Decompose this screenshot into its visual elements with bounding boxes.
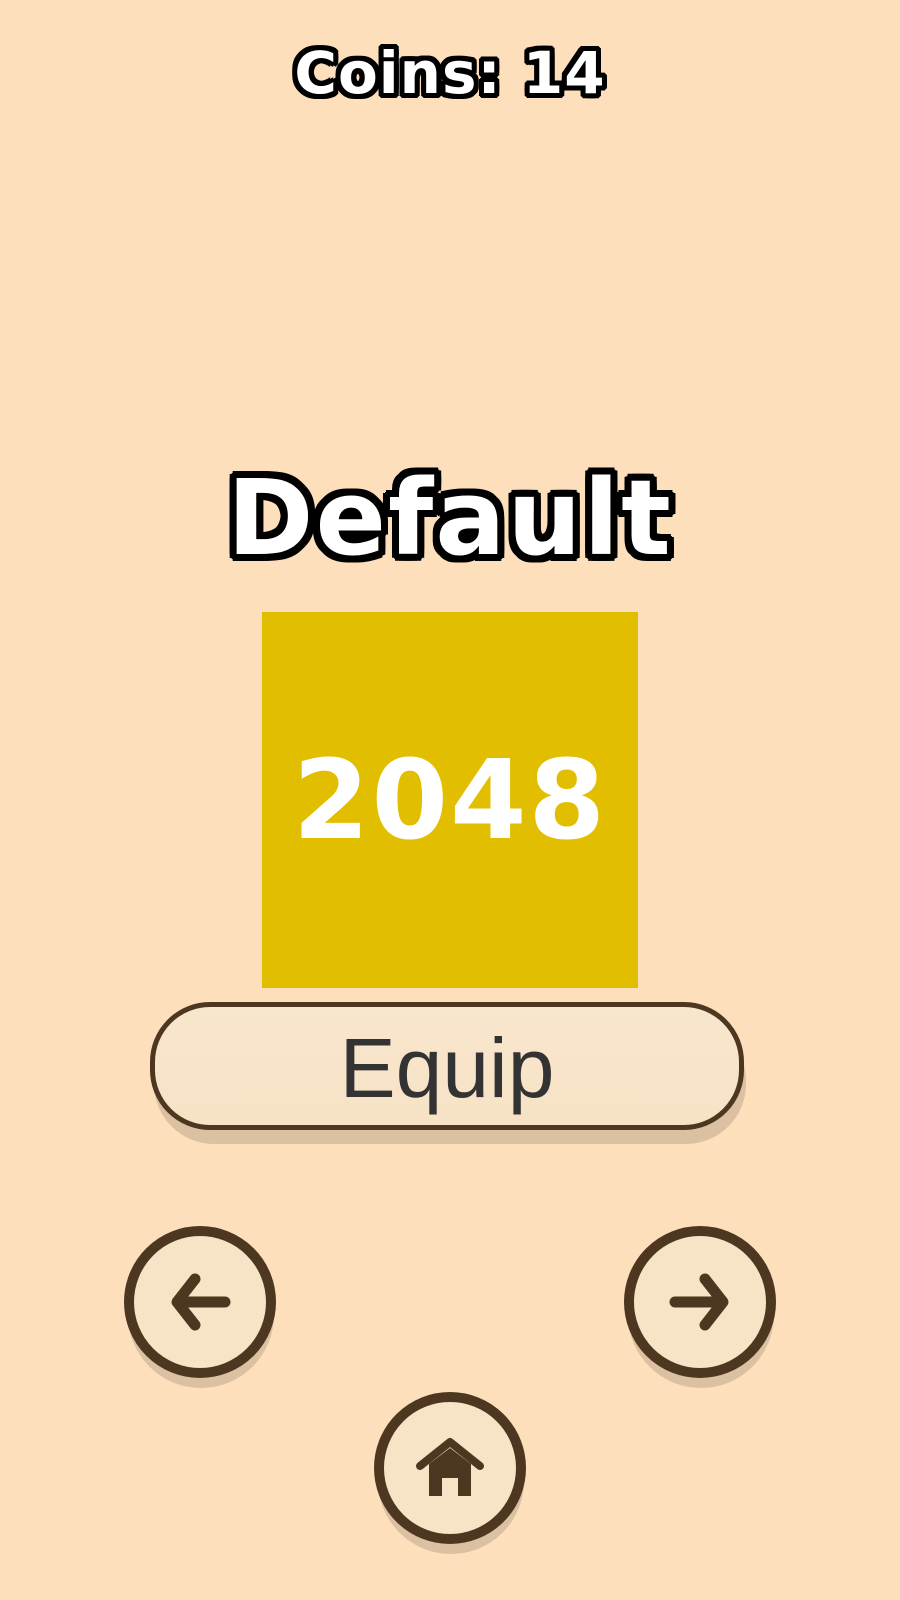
equip-button-container: Equip (150, 1002, 750, 1148)
previous-skin-button-container (124, 1226, 284, 1394)
equip-button[interactable]: Equip (150, 1002, 744, 1130)
arrow-right-icon (669, 1273, 729, 1331)
home-icon (416, 1438, 484, 1496)
skin-shop-screen: Coins: 14 Default 2048 Equip (0, 0, 900, 1600)
previous-skin-button[interactable] (124, 1226, 276, 1378)
next-skin-button-container (624, 1226, 784, 1394)
home-button-container (374, 1392, 534, 1560)
tile-value: 2048 (292, 736, 608, 864)
skin-preview-tile: 2048 (262, 612, 638, 988)
home-button[interactable] (374, 1392, 526, 1544)
next-skin-button[interactable] (624, 1226, 776, 1378)
skin-name-title: Default (227, 457, 673, 579)
equip-button-label: Equip (339, 1020, 555, 1115)
arrow-left-icon (171, 1273, 231, 1331)
coins-counter: Coins: 14 (294, 39, 606, 107)
